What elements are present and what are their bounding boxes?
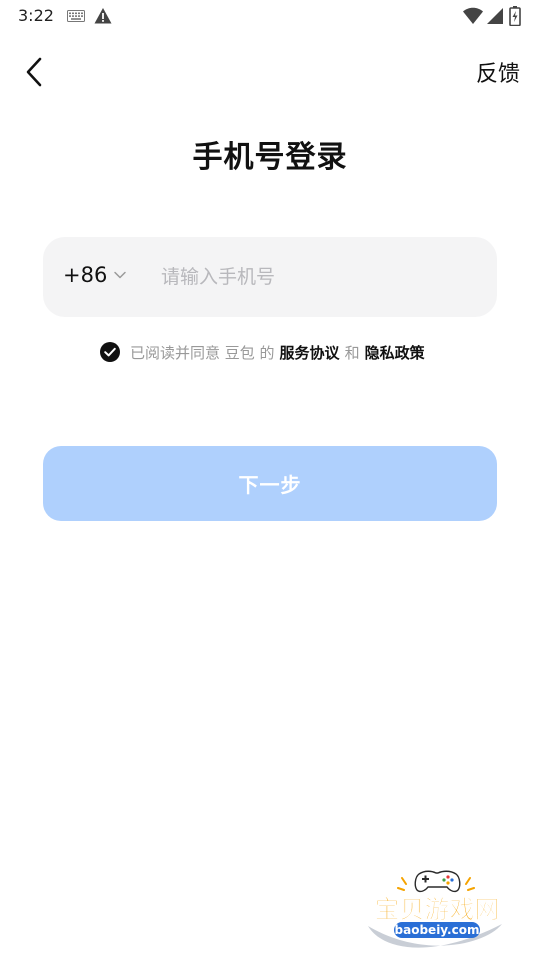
chevron-down-icon — [114, 271, 127, 279]
battery-icon — [509, 6, 521, 26]
next-step-button[interactable]: 下一步 — [43, 446, 497, 521]
status-time: 3:22 — [18, 6, 54, 25]
country-code-selector[interactable]: +86 — [63, 263, 127, 287]
privacy-policy-link[interactable]: 隐私政策 — [365, 342, 425, 363]
agreement-prefix-text: 已阅读并同意 豆包 的 — [130, 343, 275, 362]
signal-icon — [487, 8, 503, 24]
watermark-url-text: baobeiy.com — [395, 923, 480, 937]
feedback-button[interactable]: 反馈 — [476, 56, 520, 88]
service-agreement-link[interactable]: 服务协议 — [280, 342, 340, 363]
watermark-brand-text: 宝贝游戏网 — [374, 895, 499, 924]
phone-number-input[interactable] — [161, 257, 471, 297]
agreement-and-text: 和 — [344, 343, 360, 362]
gamepad-icon — [414, 870, 461, 893]
country-code-label: +86 — [63, 263, 108, 287]
chevron-left-icon — [26, 57, 42, 87]
agreement-row: 已阅读并同意 豆包 的 服务协议 和 隐私政策 — [100, 340, 425, 364]
agreement-checkbox[interactable] — [100, 342, 120, 362]
phone-input-box: +86 — [43, 237, 497, 317]
wifi-icon — [463, 7, 483, 24]
warning-icon — [94, 8, 112, 24]
page-title: 手机号登录 — [192, 140, 348, 175]
back-button[interactable] — [16, 52, 52, 92]
keyboard-icon — [67, 10, 85, 22]
status-bar: 3:22 — [0, 0, 540, 32]
watermark-logo: 宝贝游戏网 baobeiy.com — [368, 870, 502, 948]
